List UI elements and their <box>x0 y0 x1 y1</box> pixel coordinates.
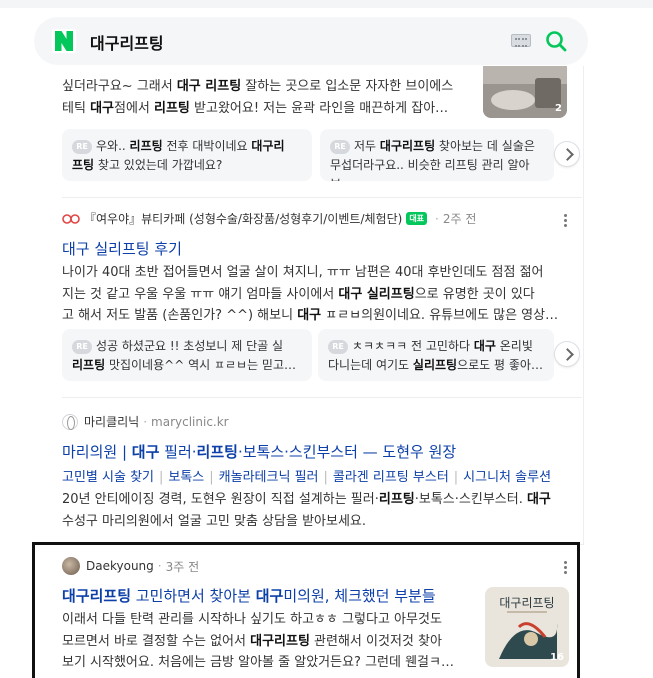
result1-snippet[interactable]: 싶더라구요~ 그래서 대구 리프팅 잘하는 곳으로 입소문 자자한 브이에스 테… <box>62 76 492 119</box>
result2-snippet[interactable]: 나이가 40대 초반 접어들면서 얼굴 살이 쳐지니, ㅠㅠ 남편은 40대 후… <box>62 262 572 327</box>
comment-chip[interactable]: RE 저두 대구리프팅 찾아보는 데 실술은 무섭더라구요.. 비슷한 리프팅 관… <box>320 129 554 181</box>
reply-badge: RE <box>328 340 348 354</box>
search-query[interactable]: 대구리프팅 <box>90 30 164 54</box>
more-options-icon[interactable] <box>564 214 568 228</box>
next-arrow-button[interactable] <box>554 141 580 167</box>
top-strip <box>0 0 653 8</box>
comment-chip[interactable]: RE 우와.. 리프팅 전후 대박이네요 대구리 프팅 찾고 있었는데 가깝네요? <box>62 129 312 181</box>
cafe-icon <box>62 213 80 224</box>
reply-badge: RE <box>72 140 92 154</box>
panel-border <box>583 66 584 544</box>
highlight-box <box>32 542 580 678</box>
next-arrow-button[interactable] <box>554 341 580 367</box>
sitelink[interactable]: 보톡스 <box>168 470 204 485</box>
result2-title[interactable]: 대구 실리프팅 후기 <box>62 238 182 259</box>
site-domain[interactable]: maryclinic.kr <box>151 415 229 429</box>
post-time: 2주 전 <box>442 212 477 226</box>
comment-chip[interactable]: RE ㅊㅋㅊㅋㅋ 전 고민하다 대구 온리빛 다니는데 여기도 실리프팅으로도 평… <box>318 329 554 381</box>
sitelink[interactable]: 고민별 시술 찾기 <box>62 470 154 485</box>
result1-thumbnail[interactable]: 2 <box>483 66 567 118</box>
source-name[interactable]: 『여우야』뷰티카페 (성형수술/화장품/성형후기/이벤트/체험단) <box>84 210 402 227</box>
result3-snippet[interactable]: 20년 안티에이징 경력, 도현우 원장이 직접 설계하는 필러·리프팅·보톡스… <box>62 489 577 532</box>
search-icon[interactable] <box>545 30 567 52</box>
reply-badge: RE <box>330 140 350 154</box>
site-name[interactable]: 마리클리닉 <box>84 413 139 430</box>
comment-chip[interactable]: RE 성공 하셨군요 !! 초성보니 제 단골 실 리프팅 맛집이네용^^ 역시 … <box>62 329 312 381</box>
sitelinks: 고민별 시술 찾기 | 보톡스 | 캐놀라테크닉 필러 | 콜라겐 리프팅 부스터 | 시그니처… <box>62 470 552 485</box>
globe-icon <box>62 413 78 430</box>
result2-source[interactable]: 『여우야』뷰티카페 (성형수술/화장품/성형후기/이벤트/체험단) 대표 · 2… <box>62 210 476 227</box>
sitelink[interactable]: 콜라겐 리프팅 부스터 <box>333 470 449 485</box>
divider <box>62 197 582 198</box>
result3-source[interactable]: 마리클리닉 · maryclinic.kr <box>62 413 229 430</box>
keyboard-icon[interactable] <box>511 34 531 47</box>
result3-title[interactable]: 마리의원 | 대구 필러·리프팅·보톡스·스킨부스터 — 도현우 원장 <box>62 441 456 462</box>
thumb-count: 2 <box>555 103 562 114</box>
representative-badge: 대표 <box>406 212 428 225</box>
reply-badge: RE <box>72 340 92 354</box>
sitelink[interactable]: 캐놀라테크닉 필러 <box>219 470 319 485</box>
divider <box>62 397 582 398</box>
sitelink[interactable]: 시그니처 솔루션 <box>463 470 551 485</box>
search-bar[interactable]: 대구리프팅 <box>34 17 588 65</box>
naver-logo-icon[interactable] <box>52 29 76 53</box>
